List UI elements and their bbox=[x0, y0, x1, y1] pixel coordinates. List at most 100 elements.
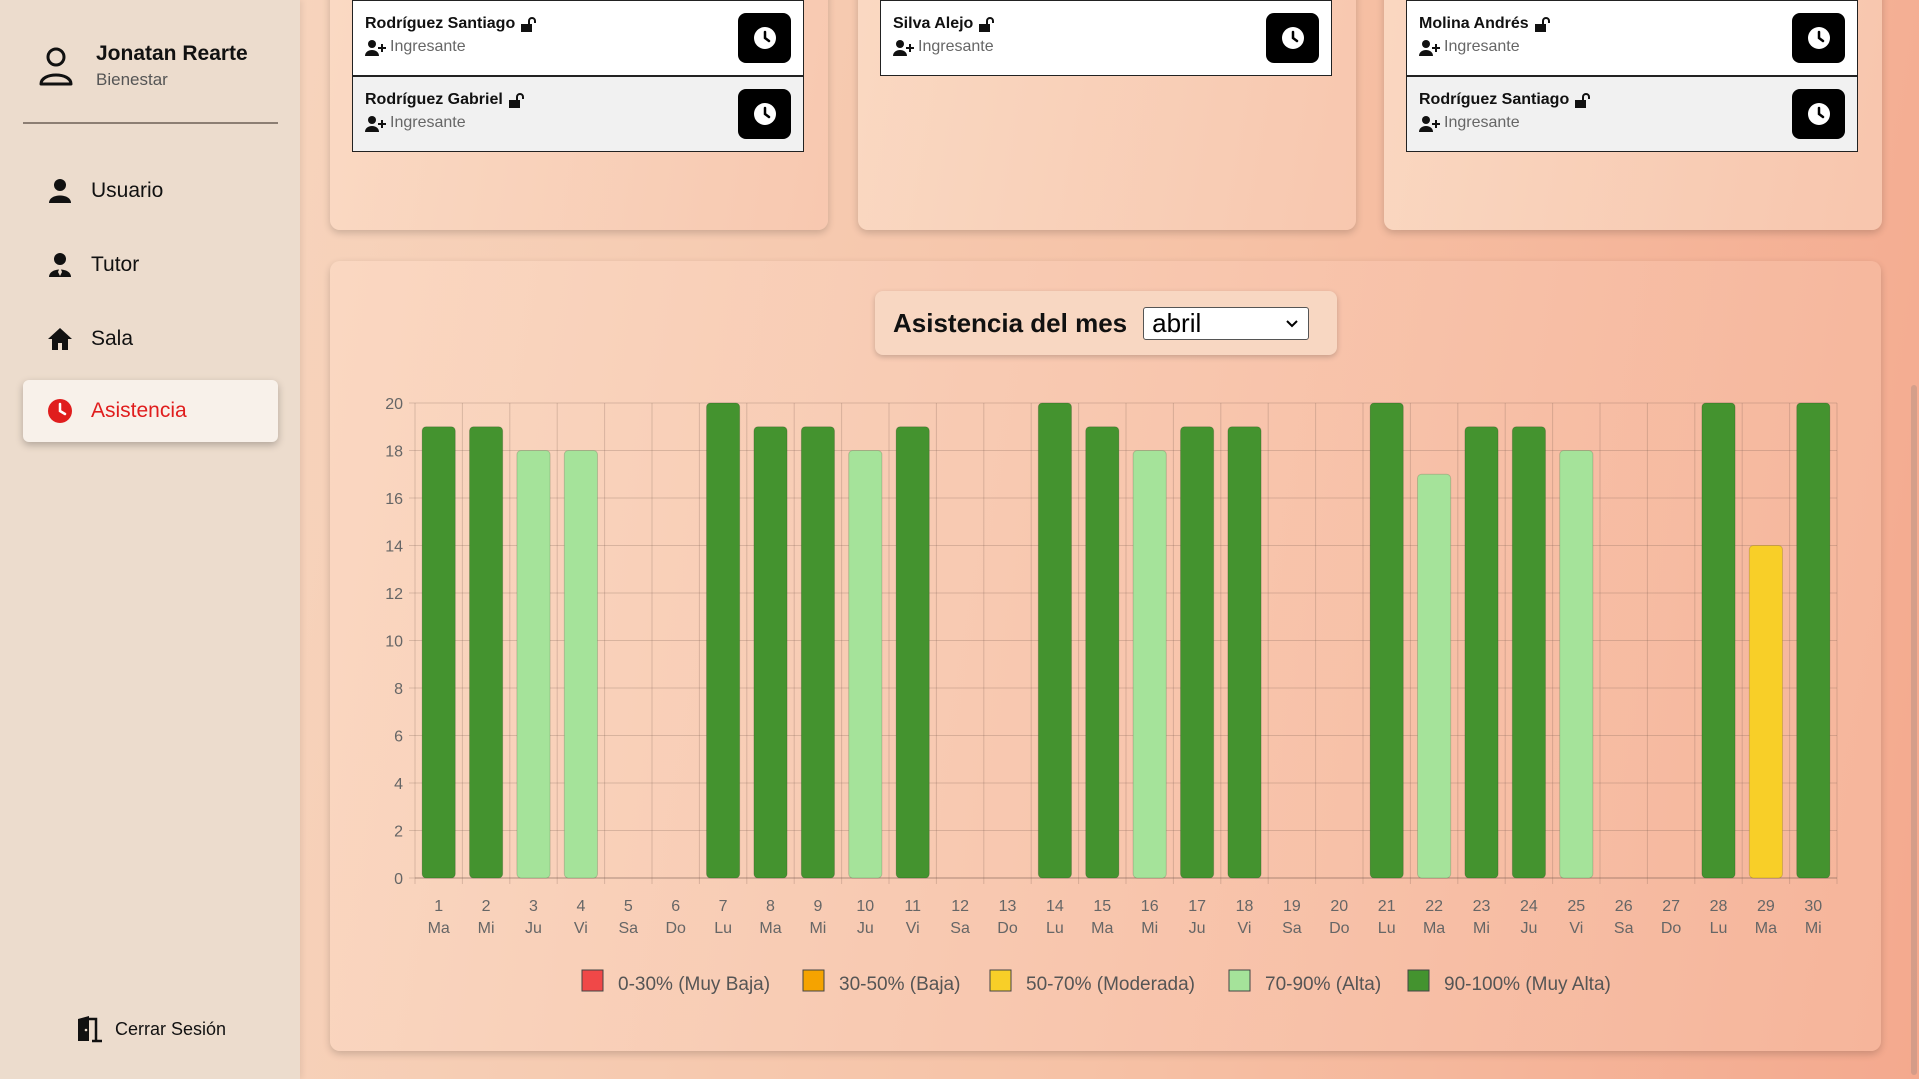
x-tick-label-weekday: Do bbox=[665, 920, 686, 937]
y-tick-label: 12 bbox=[385, 586, 403, 603]
x-tick-label-weekday: Ma bbox=[1755, 920, 1777, 937]
bar-day-10 bbox=[848, 450, 883, 879]
user-role: Bienestar bbox=[96, 70, 168, 89]
student-name: Rodríguez Gabriel bbox=[365, 91, 503, 108]
x-tick-label-weekday: Mi bbox=[478, 920, 495, 937]
nav-item-label: Asistencia bbox=[91, 399, 187, 422]
attendance-entry: Molina Andrés Ingresante bbox=[1406, 0, 1858, 76]
scrollbar[interactable] bbox=[1909, 0, 1919, 1079]
legend-label: 50-70% (Moderada) bbox=[1026, 974, 1195, 995]
y-tick-label: 18 bbox=[385, 444, 403, 461]
user-plus-icon bbox=[365, 115, 386, 132]
profile-divider bbox=[23, 122, 278, 124]
x-tick-label-day: 28 bbox=[1710, 898, 1728, 915]
bar-day-4 bbox=[563, 450, 598, 879]
door-exit-icon bbox=[78, 1016, 102, 1043]
student-status: Ingresante bbox=[918, 38, 994, 55]
y-tick-label: 6 bbox=[394, 729, 403, 746]
clock-button[interactable] bbox=[1792, 89, 1845, 139]
x-tick-label-weekday: Sa bbox=[1614, 920, 1634, 937]
bar-day-23 bbox=[1464, 426, 1499, 879]
sidebar: Jonatan Rearte Bienestar Usuario Tutor S… bbox=[0, 0, 300, 1079]
x-tick-label-day: 18 bbox=[1236, 898, 1254, 915]
clock-button[interactable] bbox=[738, 13, 791, 63]
x-tick-label-day: 14 bbox=[1046, 898, 1064, 915]
student-status: Ingresante bbox=[390, 114, 466, 131]
nav-item-usuario[interactable]: Usuario bbox=[23, 160, 278, 222]
x-tick-label-weekday: Do bbox=[1661, 920, 1682, 937]
x-tick-label-day: 30 bbox=[1804, 898, 1822, 915]
x-tick-label-day: 23 bbox=[1473, 898, 1491, 915]
unlock-icon bbox=[1575, 92, 1591, 108]
bar-day-9 bbox=[800, 426, 835, 879]
bar-day-28 bbox=[1701, 402, 1736, 879]
x-tick-label-weekday: Sa bbox=[619, 920, 639, 937]
x-tick-label-weekday: Mi bbox=[1473, 920, 1490, 937]
nav-item-sala[interactable]: Sala bbox=[23, 308, 278, 370]
room-card-3: Molina Andrés Ingresante Rodríguez Santi… bbox=[1384, 0, 1882, 230]
legend-swatch bbox=[1407, 969, 1430, 992]
y-tick-label: 2 bbox=[394, 824, 403, 841]
logout-button[interactable]: Cerrar Sesión bbox=[75, 1015, 226, 1043]
clock-icon bbox=[753, 27, 776, 49]
user-plus-icon bbox=[893, 39, 914, 56]
unlock-icon bbox=[521, 16, 537, 32]
bar-day-1 bbox=[421, 426, 456, 879]
x-tick-label-weekday: Lu bbox=[714, 920, 732, 937]
clock-button[interactable] bbox=[738, 89, 791, 139]
user-outline-icon bbox=[39, 47, 73, 86]
bar-day-21 bbox=[1369, 402, 1404, 879]
legend-swatch bbox=[989, 969, 1012, 992]
bar-day-11 bbox=[895, 426, 930, 879]
chart-title: Asistencia del mes bbox=[893, 307, 1128, 338]
y-tick-label: 0 bbox=[394, 871, 403, 888]
chart-header: Asistencia del mes abril bbox=[875, 291, 1337, 355]
student-status: Ingresante bbox=[390, 38, 466, 55]
month-select-value: abril bbox=[1152, 307, 1202, 338]
unlock-icon bbox=[979, 16, 995, 32]
x-tick-label-day: 10 bbox=[856, 898, 874, 915]
attendance-entry: Silva Alejo Ingresante bbox=[880, 0, 1332, 76]
x-tick-label-weekday: Lu bbox=[1378, 920, 1396, 937]
x-tick-label-day: 11 bbox=[904, 898, 921, 915]
x-tick-label-weekday: Do bbox=[997, 920, 1018, 937]
room-card-2: Silva Alejo Ingresante bbox=[858, 0, 1356, 230]
clock-icon bbox=[1807, 27, 1830, 49]
legend-swatch bbox=[1228, 969, 1251, 992]
month-select[interactable]: abril bbox=[1143, 306, 1310, 340]
x-tick-label-day: 25 bbox=[1567, 898, 1585, 915]
clock-button[interactable] bbox=[1792, 13, 1845, 63]
bar-day-3 bbox=[516, 450, 551, 879]
student-name: Rodríguez Santiago bbox=[1419, 91, 1570, 108]
user-name: Jonatan Rearte bbox=[96, 42, 248, 65]
clock-button[interactable] bbox=[1266, 13, 1319, 63]
tutor-icon bbox=[49, 253, 71, 277]
x-tick-label-day: 3 bbox=[529, 898, 538, 915]
user-icon bbox=[49, 179, 71, 203]
nav-item-tutor[interactable]: Tutor bbox=[23, 234, 278, 296]
clock-icon bbox=[48, 399, 72, 423]
y-tick-label: 8 bbox=[394, 681, 403, 698]
legend-swatch bbox=[581, 969, 604, 992]
bar-day-17 bbox=[1180, 426, 1215, 879]
legend-label: 90-100% (Muy Alta) bbox=[1444, 974, 1611, 995]
legend-label: 30-50% (Baja) bbox=[839, 974, 960, 995]
bar-day-25 bbox=[1559, 450, 1594, 879]
y-tick-label: 4 bbox=[394, 776, 403, 793]
scrollbar-thumb[interactable] bbox=[1911, 385, 1917, 1075]
x-tick-label-weekday: Vi bbox=[1569, 920, 1583, 937]
x-tick-label-day: 13 bbox=[999, 898, 1017, 915]
y-tick-label: 16 bbox=[385, 491, 403, 508]
user-plus-icon bbox=[1419, 39, 1440, 56]
bar-day-8 bbox=[753, 426, 788, 879]
attendance-entry: Rodríguez Santiago Ingresante bbox=[1406, 76, 1858, 152]
x-tick-label-weekday: Ju bbox=[857, 920, 874, 937]
bar-day-29 bbox=[1748, 545, 1783, 879]
clock-icon bbox=[1281, 27, 1304, 49]
x-tick-label-weekday: Ma bbox=[428, 920, 450, 937]
x-tick-label-day: 20 bbox=[1330, 898, 1348, 915]
x-tick-label-weekday: Ma bbox=[1091, 920, 1113, 937]
nav-item-asistencia[interactable]: Asistencia bbox=[23, 380, 278, 442]
student-name: Molina Andrés bbox=[1419, 15, 1529, 32]
x-tick-label-weekday: Vi bbox=[1238, 920, 1252, 937]
